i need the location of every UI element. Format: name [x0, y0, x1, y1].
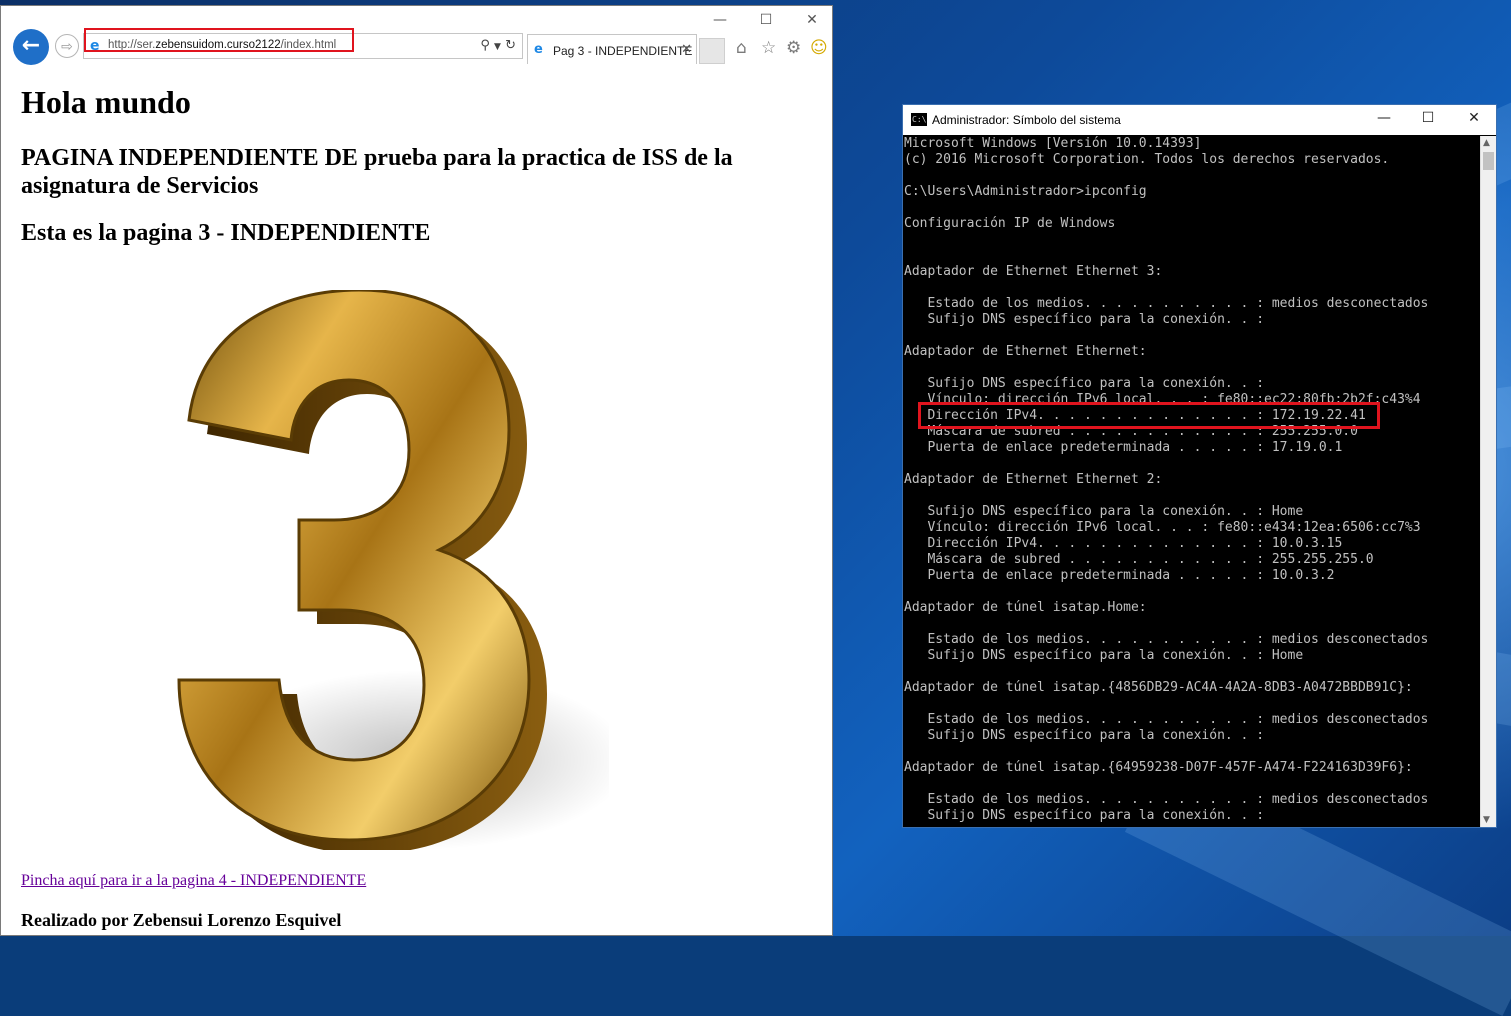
page-subheading: PAGINA INDEPENDIENTE DE prueba para la p…	[21, 145, 733, 199]
cmd-titlebar[interactable]: C:\ Administrador: Símbolo del sistema —…	[903, 105, 1496, 135]
search-icon[interactable]: ⚲	[480, 38, 490, 53]
cmd-line	[904, 360, 1481, 376]
cmd-line: Estado de los medios. . . . . . . . . . …	[904, 712, 1429, 727]
cmd-title: Administrador: Símbolo del sistema	[932, 113, 1121, 127]
cmd-line: Adaptador de túnel isatap.Home:	[904, 600, 1147, 615]
cmd-line: Adaptador de túnel isatap.{64959238-D07F…	[904, 760, 1413, 775]
smiley-icon[interactable]: ☺	[810, 38, 828, 58]
refresh-icon[interactable]: ↻	[505, 38, 516, 53]
cmd-line: Estado de los medios. . . . . . . . . . …	[904, 296, 1429, 311]
forward-arrow-icon: ⇨	[61, 39, 73, 55]
cmd-line	[904, 168, 1481, 184]
cmd-line: Configuración IP de Windows	[904, 216, 1116, 231]
cmd-line	[904, 280, 1481, 296]
cmd-line: Adaptador de Ethernet Ethernet 3:	[904, 264, 1163, 279]
cmd-line: Microsoft Windows [Versión 10.0.14393]	[904, 136, 1202, 151]
new-tab-button[interactable]	[699, 38, 725, 64]
scrollbar-thumb[interactable]	[1483, 152, 1494, 170]
cmd-output[interactable]: Microsoft Windows [Versión 10.0.14393] (c…	[904, 136, 1481, 826]
cmd-line: Sufijo DNS específico para la conexión. …	[904, 312, 1265, 327]
tab-close-icon[interactable]: ✕	[681, 42, 692, 57]
cmd-line	[904, 200, 1481, 216]
cmd-line: C:\Users\Administrador>ipconfig	[904, 184, 1147, 199]
gear-icon[interactable]: ⚙	[786, 38, 801, 58]
cmd-line: Dirección IPv4. . . . . . . . . . . . . …	[904, 536, 1343, 551]
maximize-button[interactable]: ☐	[751, 12, 781, 28]
minimize-button[interactable]: —	[705, 12, 735, 28]
cmd-line	[904, 616, 1481, 632]
cmd-line: Adaptador de túnel isatap.{4856DB29-AC4A…	[904, 680, 1413, 695]
cmd-line: Vínculo: dirección IPv6 local. . . : fe8…	[904, 520, 1421, 535]
cmd-line	[904, 744, 1481, 760]
cmd-line	[904, 456, 1481, 472]
cmd-line	[904, 232, 1481, 248]
back-arrow-icon: ←	[21, 33, 41, 58]
scroll-up-icon[interactable]: ▲	[1483, 138, 1490, 148]
dropdown-icon[interactable]: ▼	[494, 42, 501, 52]
cmd-line: Puerta de enlace predeterminada . . . . …	[904, 568, 1335, 583]
ipv4-highlight-box	[918, 402, 1380, 429]
cmd-line	[904, 584, 1481, 600]
cmd-line: Estado de los medios. . . . . . . . . . …	[904, 632, 1429, 647]
cmd-scrollbar[interactable]: ▲ ▼	[1480, 136, 1496, 827]
tab-label: Pag 3 - INDEPENDIENTE	[553, 44, 693, 58]
cmd-minimize-button[interactable]: —	[1369, 110, 1399, 126]
author-credit: Realizado por Zebensui Lorenzo Esquivel	[21, 910, 342, 930]
forward-button[interactable]: ⇨	[55, 34, 79, 58]
cmd-line: Sufijo DNS específico para la conexión. …	[904, 648, 1304, 663]
tab-active[interactable]: e Pag 3 - INDEPENDIENTE ✕	[527, 34, 697, 64]
cmd-line: Puerta de enlace predeterminada . . . . …	[904, 440, 1343, 455]
close-button[interactable]: ✕	[797, 12, 827, 28]
address-tools: ⚲ ▼ ↻	[480, 38, 516, 53]
cmd-line: Adaptador de Ethernet Ethernet 2:	[904, 472, 1163, 487]
cmd-line: Estado de los medios. . . . . . . . . . …	[904, 792, 1429, 807]
star-icon[interactable]: ☆	[761, 38, 776, 58]
cmd-line	[904, 248, 1481, 264]
cmd-line	[904, 776, 1481, 792]
cmd-line: Sufijo DNS específico para la conexión. …	[904, 808, 1265, 823]
page-heading: Hola mundo	[21, 84, 191, 120]
cmd-line: Sufijo DNS específico para la conexión. …	[904, 376, 1265, 391]
cmd-maximize-button[interactable]: ☐	[1413, 110, 1443, 126]
cmd-line	[904, 488, 1481, 504]
back-button[interactable]: ←	[13, 29, 49, 65]
cmd-line	[904, 664, 1481, 680]
cmd-line: Sufijo DNS específico para la conexión. …	[904, 504, 1304, 519]
next-page-link[interactable]: Pincha aquí para ir a la pagina 4 - INDE…	[21, 872, 366, 890]
cmd-icon: C:\	[911, 113, 927, 126]
cmd-close-button[interactable]: ✕	[1459, 110, 1489, 126]
command-prompt-window: C:\ Administrador: Símbolo del sistema —…	[902, 104, 1497, 828]
url-highlight-box	[84, 28, 354, 52]
cmd-line: Sufijo DNS específico para la conexión. …	[904, 728, 1265, 743]
page-number-heading: Esta es la pagina 3 - INDEPENDIENTE	[21, 220, 431, 246]
golden-number-three-image	[177, 290, 609, 850]
cmd-line: Máscara de subred . . . . . . . . . . . …	[904, 552, 1374, 567]
cmd-line: Adaptador de Ethernet Ethernet:	[904, 344, 1147, 359]
scroll-down-icon[interactable]: ▼	[1483, 815, 1490, 825]
browser-window: — ☐ ✕ ← ⇨ e http://ser.zebensuidom.curso…	[0, 5, 833, 936]
cmd-line: (c) 2016 Microsoft Corporation. Todos lo…	[904, 152, 1390, 167]
internet-explorer-icon: e	[534, 42, 543, 57]
cmd-line	[904, 696, 1481, 712]
cmd-line	[904, 328, 1481, 344]
home-icon[interactable]: ⌂	[736, 38, 747, 58]
